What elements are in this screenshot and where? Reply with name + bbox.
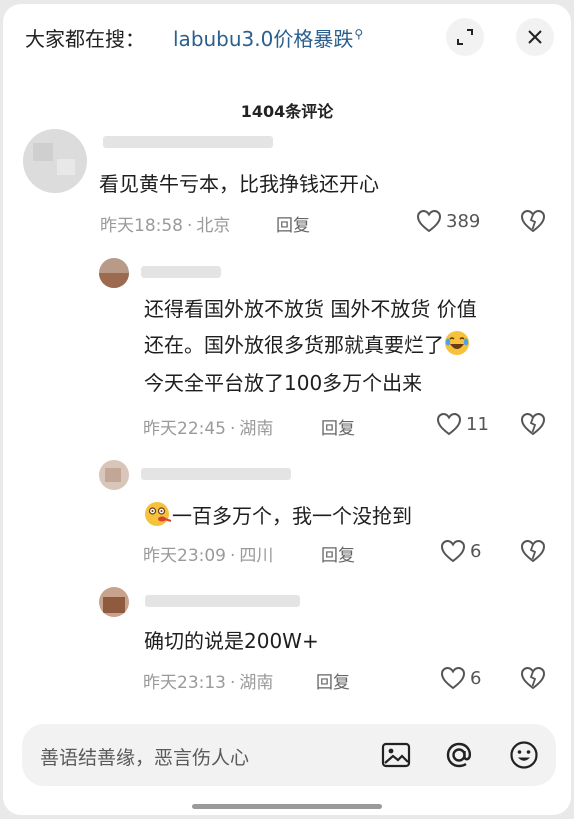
comment-meta: 昨天18:58 · 北京 xyxy=(100,216,231,236)
search-icon: ⚲ xyxy=(354,27,364,42)
comment-text: 还得看国外放不放货 国外不放货 价值 还在。国外放很多货那就真要烂了 今天全平台… xyxy=(144,297,477,395)
comment-time: 昨天22:45 xyxy=(143,419,226,439)
reply-button[interactable]: 回复 xyxy=(321,541,355,566)
comment-time: 昨天23:13 xyxy=(143,673,226,693)
broken-heart-icon xyxy=(520,539,546,563)
comment-location: 湖南 xyxy=(239,419,274,439)
comment-input-bar[interactable]: 善语结善缘，恶言伤人心 xyxy=(22,724,556,786)
comment-time: 昨天23:09 xyxy=(143,546,226,566)
comment-time: 昨天18:58 xyxy=(100,216,183,236)
comment-location: 四川 xyxy=(239,546,274,566)
username-blurred[interactable] xyxy=(141,468,291,480)
like-button[interactable]: 6 xyxy=(440,539,481,563)
username-blurred[interactable] xyxy=(103,136,273,148)
comment-meta: 昨天23:09 · 四川 xyxy=(143,546,274,566)
comment-text: 一百多万个，我一个没抢到 xyxy=(144,501,412,534)
heart-icon xyxy=(440,666,466,690)
dislike-button[interactable] xyxy=(520,666,546,694)
reply-button[interactable]: 回复 xyxy=(276,211,310,236)
comment-location: 北京 xyxy=(196,216,231,236)
like-count: 389 xyxy=(446,210,481,232)
comment-text: 看见黄牛亏本，比我挣钱还开心 xyxy=(99,172,379,196)
comment-text: 确切的说是200W+ xyxy=(144,629,319,653)
comment-meta: 昨天23:13 · 湖南 xyxy=(143,673,274,693)
heart-icon xyxy=(436,412,462,436)
avatar[interactable] xyxy=(23,129,87,193)
like-count: 6 xyxy=(470,667,482,689)
username-blurred[interactable] xyxy=(145,595,300,607)
reply-button[interactable]: 回复 xyxy=(316,668,350,693)
avatar[interactable] xyxy=(99,460,129,490)
close-icon xyxy=(528,30,542,44)
like-count: 6 xyxy=(470,540,482,562)
comment-input-placeholder[interactable]: 善语结善缘，恶言伤人心 xyxy=(40,743,249,770)
comment-meta: 昨天22:45 · 湖南 xyxy=(143,419,274,439)
emoji-icon[interactable] xyxy=(508,739,540,771)
dislike-button[interactable] xyxy=(520,412,546,440)
comment-location: 湖南 xyxy=(239,673,274,693)
collapse-icon xyxy=(457,29,473,45)
comment-count-title: 1404条评论 xyxy=(240,102,334,121)
image-icon[interactable] xyxy=(380,739,412,771)
laughing-crying-emoji xyxy=(444,330,470,363)
dislike-button[interactable] xyxy=(520,209,546,237)
at-icon[interactable] xyxy=(443,739,475,771)
heart-icon xyxy=(416,209,442,233)
close-button[interactable] xyxy=(516,18,554,56)
trending-search-link[interactable]: labubu3.0价格暴跌⚲ xyxy=(173,23,363,52)
dislike-button[interactable] xyxy=(520,539,546,567)
heart-icon xyxy=(440,539,466,563)
like-button[interactable]: 6 xyxy=(440,666,481,690)
reply-button[interactable]: 回复 xyxy=(321,414,355,439)
top-bar: 大家都在搜： labubu3.0价格暴跌⚲ xyxy=(3,4,571,70)
like-count: 11 xyxy=(466,413,489,435)
broken-heart-icon xyxy=(520,412,546,436)
avatar[interactable] xyxy=(99,587,129,617)
home-indicator xyxy=(192,804,382,809)
dizzy-face-emoji xyxy=(144,501,172,534)
collapse-button[interactable] xyxy=(446,18,484,56)
broken-heart-icon xyxy=(520,209,546,233)
username-blurred[interactable] xyxy=(141,266,221,278)
broken-heart-icon xyxy=(520,666,546,690)
avatar[interactable] xyxy=(99,258,129,288)
like-button[interactable]: 389 xyxy=(416,209,480,233)
like-button[interactable]: 11 xyxy=(436,412,489,436)
comment-sheet: 大家都在搜： labubu3.0价格暴跌⚲ 1404条评论 看见黄牛亏本，比我挣… xyxy=(3,4,571,815)
trending-search-query: labubu3.0价格暴跌 xyxy=(173,27,354,51)
search-prefix: 大家都在搜： xyxy=(25,27,145,51)
